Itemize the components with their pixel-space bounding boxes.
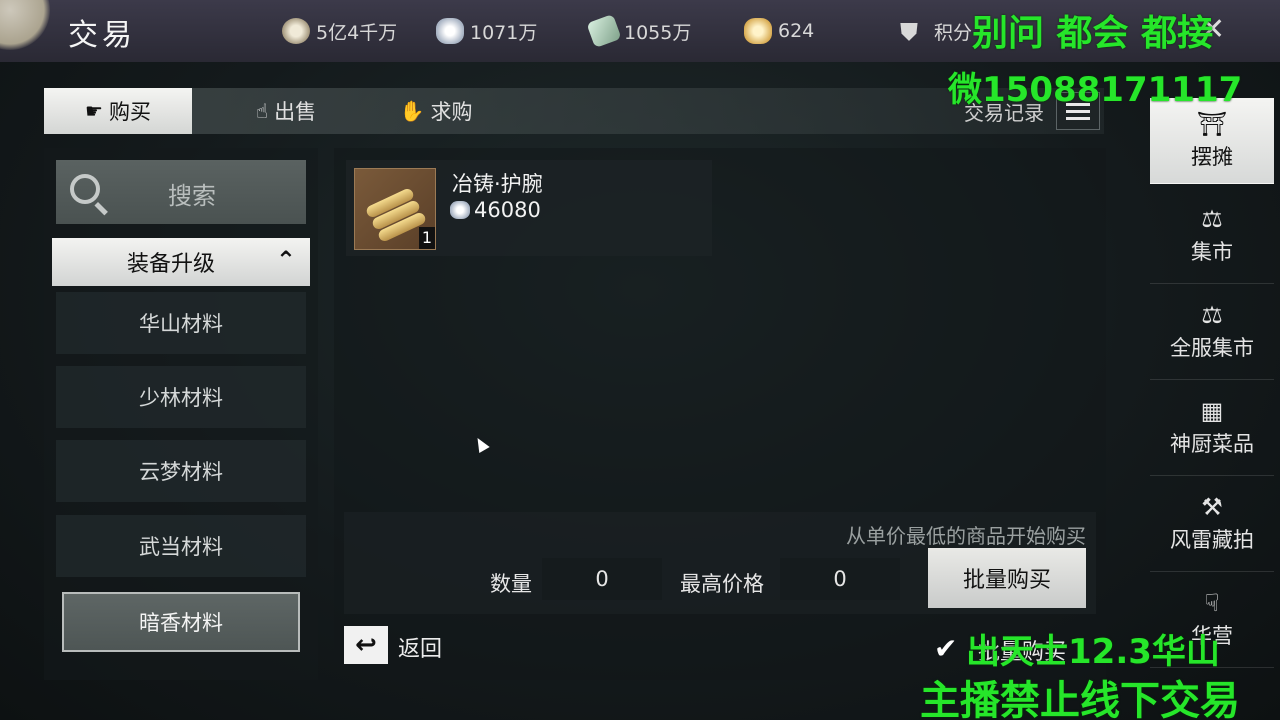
- page-title: 交易: [68, 18, 136, 53]
- points[interactable]: ⛊ 积分: [900, 16, 972, 46]
- scale-icon: ⚖: [1201, 204, 1223, 233]
- currency-gold[interactable]: 624: [744, 16, 814, 46]
- currency-coin: 5亿4千万: [282, 16, 397, 46]
- max-price-label: 最高价格: [680, 572, 764, 596]
- subcategory-yunmeng[interactable]: 云梦材料: [56, 440, 306, 502]
- trade-tabs: ☛ 购买 ☝ 出售 ✋ 求购 交易记录: [44, 88, 1104, 134]
- batch-checkbox[interactable]: ✔: [934, 632, 957, 665]
- moon-decoration: [0, 0, 50, 50]
- batch-hint: 从单价最低的商品开始购买: [846, 524, 1086, 548]
- sidebar-item-global-market[interactable]: ⚖ 全服集市: [1150, 284, 1274, 380]
- stall-icon: ⛩: [1196, 109, 1228, 138]
- request-icon: ✋: [399, 99, 425, 123]
- subcategory-huashan[interactable]: 华山材料: [56, 292, 306, 354]
- item-card[interactable]: 1 冶铸·护腕 46080: [346, 160, 712, 256]
- tab-sell[interactable]: ☝ 出售: [212, 88, 360, 134]
- search-button[interactable]: 搜索: [56, 160, 306, 224]
- kitchen-icon: ▦: [1200, 396, 1224, 425]
- tab-request[interactable]: ✋ 求购: [362, 88, 510, 134]
- ticket-icon: [586, 13, 622, 49]
- back-arrow-icon[interactable]: ↩: [344, 626, 388, 664]
- item-price: 46080: [450, 198, 541, 222]
- batch-buy-button[interactable]: 批量购买: [928, 548, 1086, 608]
- auction-gavel-icon: ⚒: [1201, 492, 1223, 521]
- category-panel: 搜索 装备升级 ⌃ 华山材料 少林材料 云梦材料 武当材料 暗香材料: [44, 148, 318, 680]
- search-icon: [70, 174, 100, 204]
- global-scale-icon: ⚖: [1201, 300, 1223, 329]
- sidebar-item-auction[interactable]: ⚒ 风雷藏拍: [1150, 476, 1274, 572]
- right-sidebar: ⛩ 摆摊 ⚖ 集市 ⚖ 全服集市 ▦ 神厨菜品 ⚒ 风雷藏拍 ☟ 华营: [1150, 98, 1274, 698]
- shield-icon: ⛊: [900, 18, 918, 46]
- coin-icon: [282, 18, 310, 44]
- tab-buy[interactable]: ☛ 购买: [44, 88, 192, 134]
- batch-buy-area: 从单价最低的商品开始购买 数量 0 最高价格 0 批量购买: [344, 512, 1096, 614]
- buy-icon: ☛: [85, 99, 103, 123]
- category-equipment-upgrade[interactable]: 装备升级 ⌃: [52, 238, 310, 286]
- watermark-top-1: 别问 都会 都接: [972, 12, 1214, 54]
- scroll-item-icon: 1: [354, 168, 436, 250]
- hand-icon: ☟: [1204, 588, 1220, 617]
- back-button[interactable]: 返回: [398, 631, 442, 663]
- item-quantity: 1: [419, 227, 435, 249]
- sidebar-item-market[interactable]: ⚖ 集市: [1150, 188, 1274, 284]
- watermark-bottom-1: 出天士12.3华山: [966, 632, 1220, 672]
- item-name: 冶铸·护腕: [452, 172, 543, 196]
- quantity-input[interactable]: 0: [542, 558, 662, 600]
- gold-icon: [744, 18, 772, 44]
- sell-icon: ☝: [255, 99, 269, 123]
- quantity-label: 数量: [490, 572, 532, 596]
- subcategory-wudang[interactable]: 武当材料: [56, 515, 306, 577]
- chevron-up-icon: ⌃: [275, 246, 296, 274]
- silver-icon: [450, 201, 470, 219]
- currency-silver[interactable]: 1071万: [436, 16, 537, 46]
- silver-icon: [436, 18, 464, 44]
- subcategory-anxiang[interactable]: 暗香材料: [62, 592, 300, 652]
- watermark-bottom-2: 主播禁止线下交易: [920, 677, 1240, 720]
- item-list-panel: 1 冶铸·护腕 46080 从单价最低的商品开始购买 数量 0 最高价格 0 批…: [334, 148, 1106, 680]
- max-price-input[interactable]: 0: [780, 558, 900, 600]
- sidebar-item-kitchen[interactable]: ▦ 神厨菜品: [1150, 380, 1274, 476]
- subcategory-shaolin[interactable]: 少林材料: [56, 366, 306, 428]
- currency-ticket[interactable]: 1055万: [586, 13, 691, 49]
- watermark-top-2: 微15088171117: [948, 70, 1243, 110]
